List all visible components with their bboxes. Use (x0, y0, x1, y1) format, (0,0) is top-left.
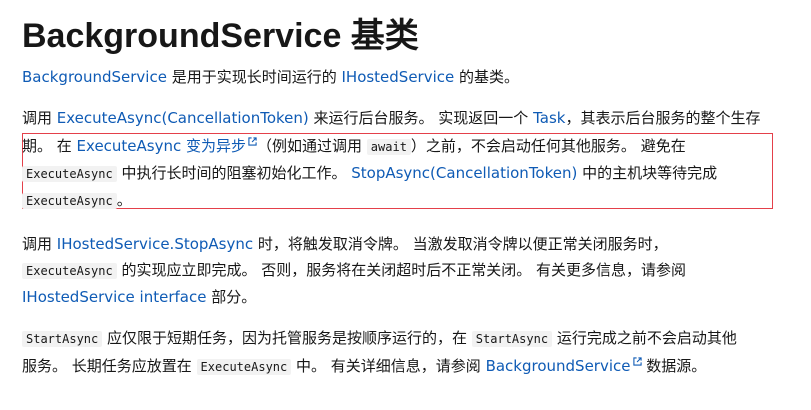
article-section: BackgroundService 基类 BackgroundService 是… (0, 0, 811, 410)
link-task[interactable]: Task (533, 109, 565, 127)
code-startasync: StartAsync (22, 331, 103, 347)
link-executeasync-method[interactable]: ExecuteAsync(CancellationToken) (57, 109, 309, 127)
code-executeasync: ExecuteAsync (22, 263, 117, 279)
paragraph-execute-line1: 调用 ExecuteAsync(CancellationToken) 来运行后台… (22, 109, 761, 127)
code-executeasync: ExecuteAsync (196, 359, 292, 375)
paragraph-start-line2: 服务。 长期任务应放置在 ExecuteAsync 中。 有关详细信息，请参阅 … (22, 357, 707, 375)
paragraph-stop-line2: ExecuteAsync 的实现应立即完成。 否则，服务将在关闭超时后不正常关闭… (22, 260, 686, 281)
paragraph-intro: BackgroundService 是用于实现长时间运行的 IHostedSer… (22, 68, 520, 86)
paragraph-execute-line4: ExecuteAsync。 (22, 190, 132, 211)
link-ihostedservice[interactable]: IHostedService (341, 68, 454, 86)
code-startasync: StartAsync (471, 331, 553, 347)
code-await: await (366, 139, 411, 155)
paragraph-execute-line2: 期。 在 ExecuteAsync 变为异步 （例如通过调用 await ）之前，不… (22, 137, 686, 155)
link-backgroundservice[interactable]: BackgroundService (22, 68, 167, 86)
code-executeasync: ExecuteAsync (22, 193, 117, 209)
link-stopasync[interactable]: StopAsync(CancellationToken) (351, 164, 577, 182)
paragraph-start-line1: StartAsync 应仅限于短期任务，因为托管服务是按顺序运行的，在 Star… (22, 328, 737, 349)
link-backgroundservice-source[interactable]: BackgroundService (486, 357, 642, 375)
paragraph-stop-line3: IHostedService interface 部分。 (22, 288, 257, 306)
paragraph-stop-line1: 调用 IHostedService.StopAsync 时，将触发取消令牌。 当… (22, 235, 668, 253)
link-executeasync-async[interactable]: ExecuteAsync 变为异步 (77, 137, 257, 155)
link-ihostedservice-stopasync[interactable]: IHostedService.StopAsync (57, 235, 253, 253)
link-ihostedservice-interface[interactable]: IHostedService interface (22, 288, 206, 306)
code-executeasync: ExecuteAsync (22, 166, 117, 182)
external-link-icon (248, 137, 257, 146)
external-link-icon (632, 357, 642, 366)
page-title: BackgroundService 基类 (22, 17, 419, 55)
paragraph-execute-line3: ExecuteAsync 中执行长时间的阻塞初始化工作。 StopAsync(C… (22, 163, 717, 184)
